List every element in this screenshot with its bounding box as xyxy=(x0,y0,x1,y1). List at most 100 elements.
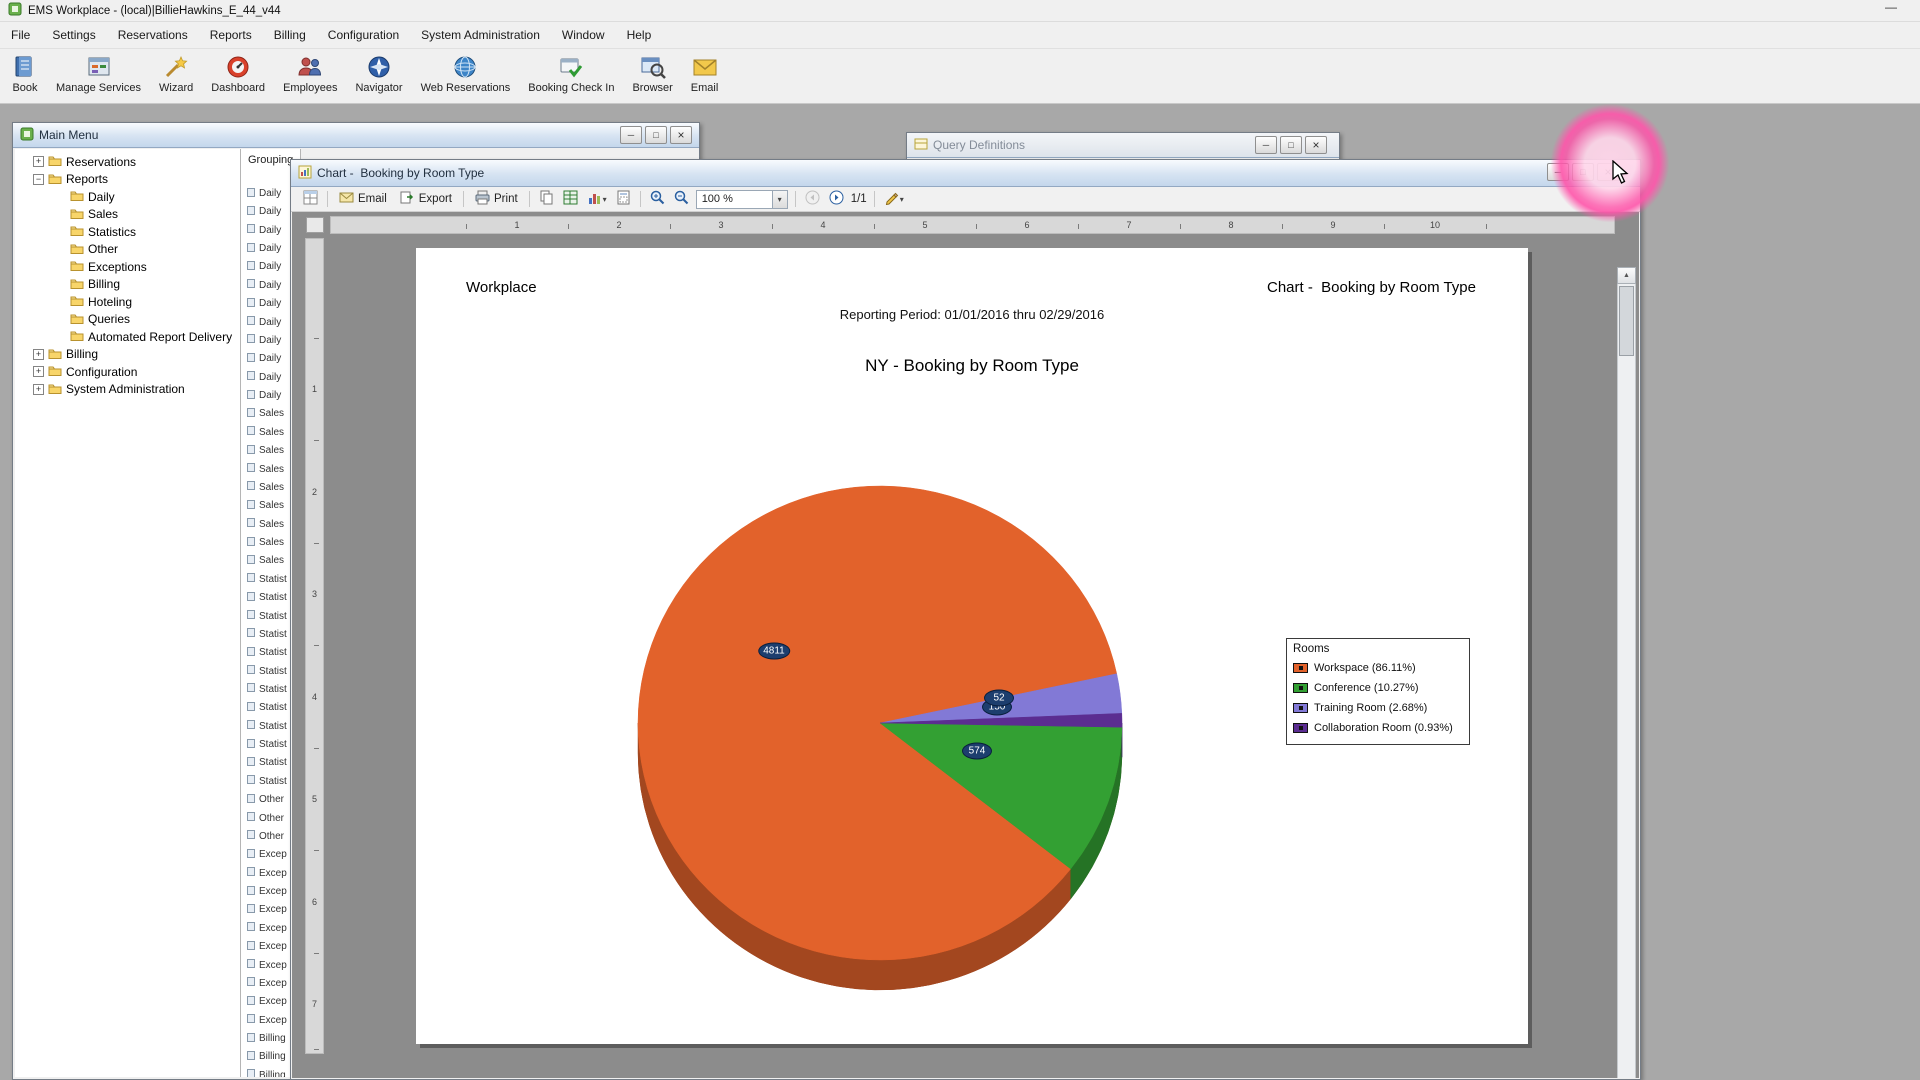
folder-icon xyxy=(48,382,62,397)
toolbar-button-booking-check-in[interactable]: Booking Check In xyxy=(520,51,622,95)
toolbar-button-wizard[interactable]: Wizard xyxy=(151,51,201,95)
menu-settings[interactable]: Settings xyxy=(41,24,106,46)
toolbar-label-browser: Browser xyxy=(632,82,672,94)
toolbar-button-book[interactable]: Book xyxy=(4,51,46,95)
tree-item-queries[interactable]: Queries xyxy=(15,311,240,328)
pie-label-conference: 574 xyxy=(962,743,992,760)
tree-item-sales[interactable]: Sales xyxy=(15,206,240,223)
prev-page-icon xyxy=(805,190,820,208)
chart-type-icon xyxy=(587,190,602,208)
query-definitions-maximize-button[interactable]: □ xyxy=(1280,136,1302,154)
menu-reservations[interactable]: Reservations xyxy=(107,24,199,46)
ruler-h-number: 3 xyxy=(718,220,723,230)
expand-icon[interactable]: + xyxy=(33,366,44,377)
tree-item-automated-report-delivery[interactable]: Automated Report Delivery xyxy=(15,328,240,345)
vertical-scrollbar[interactable]: ▲ ▼ xyxy=(1617,267,1636,1078)
chart-toolbar-filter-button[interactable]: ▾ xyxy=(882,189,906,209)
legend-title: Rooms xyxy=(1293,643,1463,655)
main-menu-window-controls: ─□× xyxy=(620,126,692,144)
chart-toolbar-prev-page-button[interactable] xyxy=(803,189,822,209)
chart-toolbar-email-button[interactable]: Email xyxy=(335,189,391,209)
folder-icon xyxy=(70,277,84,292)
toolbar-button-navigator[interactable]: Navigator xyxy=(347,51,410,95)
chart-toolbar-report-grid-button[interactable] xyxy=(301,189,320,209)
scroll-up-button[interactable]: ▲ xyxy=(1617,267,1636,284)
toolbar-label-employees: Employees xyxy=(283,82,337,94)
tree-item-other[interactable]: Other xyxy=(15,241,240,258)
tree-item-exceptions[interactable]: Exceptions xyxy=(15,258,240,275)
chart-close-button[interactable]: × xyxy=(1597,163,1619,181)
collapse-icon[interactable]: − xyxy=(33,174,44,185)
chart-toolbar-print-button[interactable]: Print xyxy=(471,189,522,209)
ruler-h-number: 8 xyxy=(1228,220,1233,230)
chart-window-title: Chart - Booking by Room Type xyxy=(317,166,484,180)
tree-item-reservations[interactable]: +Reservations xyxy=(15,153,240,170)
tree-item-reports[interactable]: −Reports xyxy=(15,171,240,188)
toolbar-button-dashboard[interactable]: Dashboard xyxy=(203,51,273,95)
toolbar-label-manage-services: Manage Services xyxy=(56,82,141,94)
tree-item-hoteling[interactable]: Hoteling xyxy=(15,293,240,310)
chart-toolbar-export-button[interactable]: Export xyxy=(396,189,456,209)
grouping-item-label: Sales xyxy=(259,408,284,419)
chart-toolbar-excel-button[interactable] xyxy=(561,189,580,209)
list-item-icon xyxy=(247,996,255,1008)
menu-system-administration[interactable]: System Administration xyxy=(410,24,551,46)
toolbar-button-email[interactable]: Email xyxy=(683,51,727,95)
main-menu-title: Main Menu xyxy=(39,128,98,142)
toolbar-button-web-reservations[interactable]: Web Reservations xyxy=(413,51,519,95)
main-menu-close-button[interactable]: × xyxy=(670,126,692,144)
folder-icon xyxy=(70,329,84,344)
tree-item-daily[interactable]: Daily xyxy=(15,188,240,205)
tree-item-billing[interactable]: Billing xyxy=(15,276,240,293)
toolbar-button-browser[interactable]: Browser xyxy=(624,51,680,95)
menu-billing[interactable]: Billing xyxy=(263,24,317,46)
menu-file[interactable]: File xyxy=(0,24,41,46)
chart-toolbar-chart-type-button[interactable]: ▾ xyxy=(585,189,609,209)
expand-icon[interactable]: + xyxy=(33,349,44,360)
chart-minimize-button[interactable]: ─ xyxy=(1547,163,1569,181)
query-definitions-title: Query Definitions xyxy=(933,138,1025,152)
grouping-item-label: Billing xyxy=(259,1070,286,1077)
chart-toolbar-next-page-button[interactable] xyxy=(827,189,846,209)
menu-configuration[interactable]: Configuration xyxy=(317,24,410,46)
chart-maximize-button[interactable]: □ xyxy=(1572,163,1594,181)
main-menu-minimize-button[interactable]: ─ xyxy=(620,126,642,144)
zoom-level-combo[interactable]: 100 %▾ xyxy=(696,190,788,209)
query-definitions-close-button[interactable]: × xyxy=(1305,136,1327,154)
grouping-item-label: Daily xyxy=(259,188,281,199)
chevron-down-icon[interactable]: ▾ xyxy=(772,191,787,208)
list-item-icon xyxy=(247,1014,255,1026)
chart-toolbar-zoom-out-button[interactable] xyxy=(672,189,691,209)
legend-swatch-mark xyxy=(1299,726,1303,730)
toolbar-label-wizard: Wizard xyxy=(159,82,193,94)
toolbar-button-employees[interactable]: Employees xyxy=(275,51,345,95)
toolbar-button-manage-services[interactable]: Manage Services xyxy=(48,51,149,95)
menu-help[interactable]: Help xyxy=(616,24,663,46)
expand-icon[interactable]: + xyxy=(33,384,44,395)
app-minimize-button[interactable]: — xyxy=(1876,0,1906,20)
vertical-scroll-thumb[interactable] xyxy=(1619,286,1634,356)
legend-swatch-mark xyxy=(1299,686,1303,690)
menu-reports[interactable]: Reports xyxy=(199,24,263,46)
main-menu-maximize-button[interactable]: □ xyxy=(645,126,667,144)
list-item-icon xyxy=(247,334,255,346)
chart-toolbar-zoom-in-button[interactable] xyxy=(648,189,667,209)
list-item-icon xyxy=(247,757,255,769)
list-item-icon xyxy=(247,977,255,989)
chart-toolbar-page-setup-button[interactable] xyxy=(614,189,633,209)
tree-item-system-administration[interactable]: +System Administration xyxy=(15,381,240,398)
expand-icon[interactable]: + xyxy=(33,156,44,167)
chart-window-titlebar: Chart - Booking by Room Type ─□× xyxy=(291,160,1640,187)
grouping-item-label: Statist xyxy=(259,629,287,640)
toolbar-separator xyxy=(463,191,464,207)
tree-item-configuration[interactable]: +Configuration xyxy=(15,363,240,380)
list-item-icon xyxy=(247,592,255,604)
tree-item-statistics[interactable]: Statistics xyxy=(15,223,240,240)
tree-item-billing[interactable]: +Billing xyxy=(15,346,240,363)
ruler-h-number: 4 xyxy=(820,220,825,230)
folder-icon xyxy=(48,364,62,379)
menu-window[interactable]: Window xyxy=(551,24,616,46)
grouping-item-label: Daily xyxy=(259,353,281,364)
query-definitions-minimize-button[interactable]: ─ xyxy=(1255,136,1277,154)
chart-toolbar-copy-button[interactable] xyxy=(537,189,556,209)
